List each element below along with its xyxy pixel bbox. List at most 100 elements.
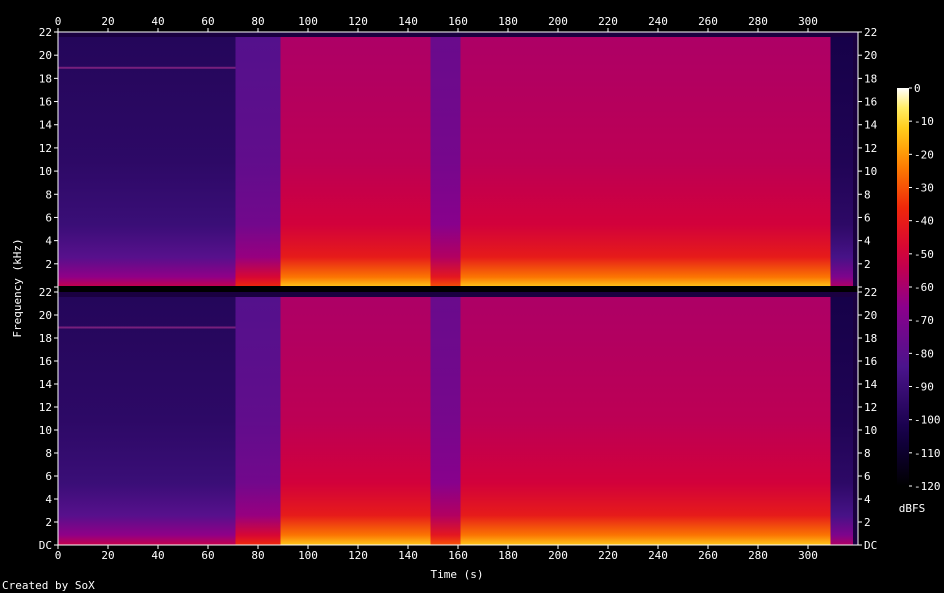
x-tick-label-bottom: 140 bbox=[398, 549, 418, 562]
y-tick-label-left: 6 bbox=[45, 470, 52, 483]
y-tick-label-right: 14 bbox=[864, 378, 878, 391]
segment-5 bbox=[830, 37, 853, 287]
colorbar-gradient bbox=[897, 88, 909, 486]
y-tick-label-left: 4 bbox=[45, 493, 52, 506]
y-tick-label-right: 2 bbox=[864, 258, 871, 271]
x-tick-label-top: 60 bbox=[201, 15, 214, 28]
colorbar-label: dBFS bbox=[899, 502, 926, 515]
x-tick-label-top: 80 bbox=[251, 15, 264, 28]
x-tick-label-bottom: 300 bbox=[798, 549, 818, 562]
y-tick-label-right: 20 bbox=[864, 49, 877, 62]
segment-4 bbox=[460, 37, 831, 287]
y-tick-label-right: 10 bbox=[864, 165, 877, 178]
x-tick-label-top: 260 bbox=[698, 15, 718, 28]
y-tick-label-left: 22 bbox=[39, 26, 52, 39]
colorbar-tick-label: -120 bbox=[914, 480, 941, 493]
x-tick-label-top: 100 bbox=[298, 15, 318, 28]
y-tick-label-left: 10 bbox=[39, 424, 52, 437]
x-tick-label-top: 120 bbox=[348, 15, 368, 28]
x-tick-label-top: 0 bbox=[55, 15, 62, 28]
segment-1 bbox=[235, 37, 281, 287]
x-tick-label-top: 180 bbox=[498, 15, 518, 28]
x-tick-label-top: 40 bbox=[151, 15, 164, 28]
x-tick-label-top: 200 bbox=[548, 15, 568, 28]
x-tick-label-top: 220 bbox=[598, 15, 618, 28]
y-tick-label-left: DC bbox=[39, 539, 52, 552]
colorbar-tick-label: -20 bbox=[914, 148, 934, 161]
y-tick-label-left: 20 bbox=[39, 49, 52, 62]
y-tick-label-left: 14 bbox=[39, 119, 53, 132]
segment-4 bbox=[460, 297, 831, 545]
y-tick-label-right: 12 bbox=[864, 401, 877, 414]
y-tick-label-right: 6 bbox=[864, 211, 871, 224]
y-tick-label-right: 16 bbox=[864, 96, 877, 109]
colorbar-tick-label: -100 bbox=[914, 414, 941, 427]
y-tick-label-left: 6 bbox=[45, 211, 52, 224]
y-tick-label-left: 18 bbox=[39, 332, 52, 345]
y-tick-label-right: 2 bbox=[864, 516, 871, 529]
y-tick-label-left: 12 bbox=[39, 401, 52, 414]
y-tick-label-left: 4 bbox=[45, 235, 52, 248]
x-tick-label-bottom: 240 bbox=[648, 549, 668, 562]
credit-text: Created by SoX bbox=[2, 579, 95, 592]
y-tick-label-right: 22 bbox=[864, 286, 877, 299]
y-tick-label-left: 16 bbox=[39, 96, 52, 109]
y-tick-label-left: 12 bbox=[39, 142, 52, 155]
x-tick-label-bottom: 80 bbox=[251, 549, 264, 562]
y-tick-label-left: 14 bbox=[39, 378, 53, 391]
x-axis-label: Time (s) bbox=[431, 568, 484, 581]
y-tick-label-left: 8 bbox=[45, 447, 52, 460]
y-tick-label-right: 18 bbox=[864, 72, 877, 85]
x-tick-label-bottom: 180 bbox=[498, 549, 518, 562]
y-tick-label-right: 8 bbox=[864, 447, 871, 460]
y-tick-label-left: 2 bbox=[45, 258, 52, 271]
y-tick-label-right: 20 bbox=[864, 309, 877, 322]
colorbar-tick-label: -40 bbox=[914, 215, 934, 228]
segment-0 bbox=[58, 297, 236, 545]
segment-5 bbox=[830, 297, 853, 545]
tone-line bbox=[58, 66, 236, 69]
x-tick-label-bottom: 0 bbox=[55, 549, 62, 562]
segment-3 bbox=[430, 297, 461, 545]
x-tick-label-bottom: 60 bbox=[201, 549, 214, 562]
colorbar-tick-label: -70 bbox=[914, 314, 934, 327]
x-tick-label-bottom: 280 bbox=[748, 549, 768, 562]
y-tick-label-left: 10 bbox=[39, 165, 52, 178]
segment-0 bbox=[58, 37, 236, 287]
x-tick-label-bottom: 160 bbox=[448, 549, 468, 562]
y-tick-label-right: 4 bbox=[864, 235, 871, 248]
colorbar: 0 -10 -20 -30 -40 -50 -60 -70 -80 -90 -100 -110 -120 bbox=[897, 82, 941, 493]
x-tick-label-top: 20 bbox=[101, 15, 114, 28]
segment-2 bbox=[280, 37, 431, 287]
x-tick-label-top: 280 bbox=[748, 15, 768, 28]
spectrogram-chart: 0020204040606080801001001201201401401601… bbox=[11, 15, 941, 581]
y-tick-label-right: 18 bbox=[864, 332, 877, 345]
y-tick-label-left: 22 bbox=[39, 286, 52, 299]
y-tick-label-right: 6 bbox=[864, 470, 871, 483]
y-tick-label-left: 8 bbox=[45, 188, 52, 201]
y-tick-label-right: 14 bbox=[864, 119, 878, 132]
x-tick-label-bottom: 120 bbox=[348, 549, 368, 562]
x-tick-label-bottom: 220 bbox=[598, 549, 618, 562]
x-tick-label-bottom: 20 bbox=[101, 549, 114, 562]
segment-3 bbox=[430, 37, 461, 287]
y-tick-label-left: 20 bbox=[39, 309, 52, 322]
x-tick-label-top: 160 bbox=[448, 15, 468, 28]
y-tick-label-right: DC bbox=[864, 539, 877, 552]
y-tick-label-right: 12 bbox=[864, 142, 877, 155]
channel-separator bbox=[58, 286, 858, 292]
x-tick-label-bottom: 40 bbox=[151, 549, 164, 562]
channel-2-spectrogram bbox=[58, 292, 858, 545]
segment-2 bbox=[280, 297, 431, 545]
colorbar-tick-label: -30 bbox=[914, 182, 934, 195]
colorbar-tick-label: -50 bbox=[914, 248, 934, 261]
x-tick-label-bottom: 260 bbox=[698, 549, 718, 562]
tone-line bbox=[58, 326, 236, 329]
segment-1 bbox=[235, 297, 281, 545]
y-tick-label-right: 8 bbox=[864, 188, 871, 201]
y-tick-label-left: 16 bbox=[39, 355, 52, 368]
spectrogram-plots bbox=[58, 32, 858, 545]
y-tick-label-right: 22 bbox=[864, 26, 877, 39]
y-tick-label-right: 4 bbox=[864, 493, 871, 506]
y-tick-label-left: 18 bbox=[39, 72, 52, 85]
